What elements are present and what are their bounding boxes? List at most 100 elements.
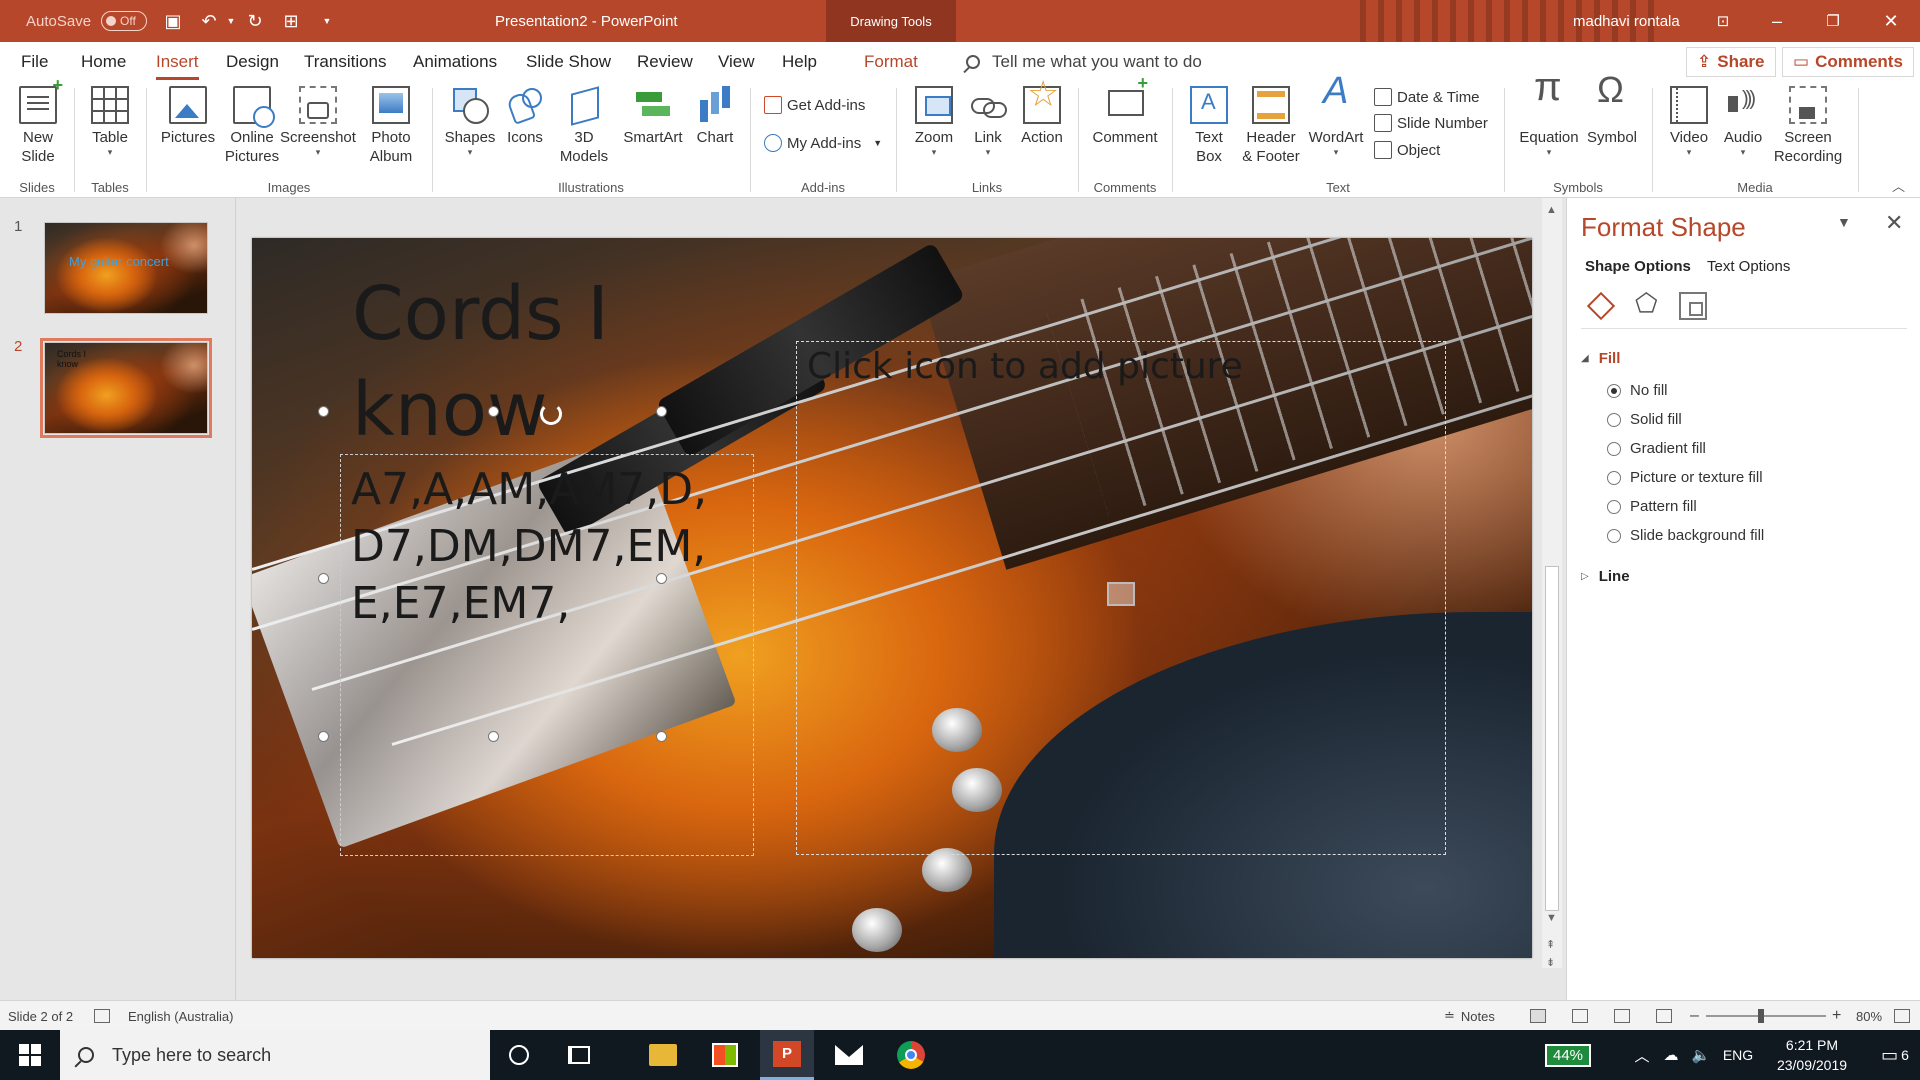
presenter-icon[interactable]: ⊞	[280, 0, 302, 42]
object-button[interactable]: Object	[1374, 141, 1440, 159]
resize-handle[interactable]	[318, 573, 329, 584]
spell-check-icon[interactable]	[94, 1001, 110, 1031]
tab-transitions[interactable]: Transitions	[304, 42, 387, 82]
comment-button[interactable]: Comment	[1088, 74, 1162, 147]
3d-models-button[interactable]: 3D Models	[556, 86, 612, 166]
undo-icon[interactable]: ↶	[198, 0, 220, 42]
resize-handle[interactable]	[656, 573, 667, 584]
smartart-button[interactable]: SmartArt	[620, 86, 686, 147]
text-box-button[interactable]: Text Box	[1186, 86, 1232, 166]
screen-recording-button[interactable]: Screen Recording	[1770, 86, 1846, 166]
powerpoint-taskbar-button[interactable]: P	[760, 1030, 814, 1080]
screenshot-button[interactable]: Screenshot ▾	[280, 86, 356, 157]
user-name[interactable]: madhavi rontala	[1573, 0, 1680, 42]
redo-icon[interactable]: ↻	[244, 0, 266, 42]
picture-placeholder[interactable]: Click icon to add picture	[796, 341, 1446, 855]
collapse-ribbon-icon[interactable]: ︿	[1892, 176, 1905, 195]
my-addins-button[interactable]: My Add-ins ▼	[764, 134, 882, 152]
onedrive-cloud-icon[interactable]: ☁	[1658, 1030, 1684, 1080]
symbol-button[interactable]: Symbol	[1584, 80, 1640, 147]
tab-format[interactable]: Format	[864, 42, 918, 82]
close-pane-icon[interactable]: ✕	[1885, 210, 1903, 236]
slide-thumbnail-1[interactable]: My guitar concert	[44, 222, 208, 314]
slide-thumbnail-2[interactable]: Cords I know	[40, 338, 212, 438]
task-view-button[interactable]	[552, 1030, 606, 1080]
scroll-up-icon[interactable]: ▲	[1546, 204, 1557, 216]
tab-slide-show[interactable]: Slide Show	[526, 42, 611, 82]
chrome-button[interactable]	[884, 1030, 938, 1080]
slide-sorter-icon[interactable]	[1572, 1001, 1588, 1031]
size-properties-icon[interactable]	[1679, 292, 1707, 320]
table-button[interactable]: Table ▾	[84, 86, 136, 157]
reading-view-icon[interactable]	[1614, 1001, 1630, 1031]
zoom-button[interactable]: Zoom ▾	[908, 86, 960, 157]
effects-pentagon-icon[interactable]	[1633, 288, 1661, 320]
zoom-in-icon[interactable]: +	[1832, 1001, 1841, 1031]
autosave-switch[interactable]: Off	[101, 11, 148, 31]
taskbar-search-input[interactable]: Type here to search	[60, 1030, 490, 1080]
tell-me-search[interactable]: Tell me what you want to do	[966, 42, 1202, 82]
undo-dropdown-icon[interactable]: ▼	[220, 0, 242, 42]
tab-insert[interactable]: Insert	[156, 42, 199, 82]
video-button[interactable]: Video ▾	[1664, 86, 1714, 157]
tab-review[interactable]: Review	[637, 42, 693, 82]
tab-design[interactable]: Design	[226, 42, 279, 82]
fill-option-pattern[interactable]: Pattern fill	[1607, 498, 1697, 515]
scroll-down-icon[interactable]: ▼	[1546, 912, 1557, 924]
icons-button[interactable]: Icons	[502, 86, 548, 147]
store-button[interactable]	[698, 1030, 752, 1080]
customize-qat-icon[interactable]: ▼	[316, 0, 338, 42]
date-time-button[interactable]: Date & Time	[1374, 88, 1480, 106]
tab-view[interactable]: View	[718, 42, 755, 82]
file-explorer-button[interactable]	[636, 1030, 690, 1080]
ribbon-display-icon[interactable]: ⊡	[1712, 0, 1734, 42]
zoom-level[interactable]: 80%	[1856, 1001, 1882, 1031]
restore-icon[interactable]: ❐	[1822, 0, 1844, 42]
notes-button[interactable]: ≐ Notes	[1444, 1001, 1495, 1031]
rotate-handle-icon[interactable]	[540, 403, 562, 425]
normal-view-icon[interactable]	[1530, 1001, 1546, 1031]
header-footer-button[interactable]: Header & Footer	[1238, 86, 1304, 166]
tab-shape-options[interactable]: Shape Options	[1585, 258, 1691, 275]
vertical-scrollbar[interactable]: ▲ ▼ ⇞ ⇟	[1542, 198, 1562, 969]
fill-option-gradient[interactable]: Gradient fill	[1607, 440, 1706, 457]
battery-indicator[interactable]: 44%	[1536, 1030, 1600, 1080]
action-center-button[interactable]: ▭ 6	[1870, 1030, 1920, 1080]
tab-text-options[interactable]: Text Options	[1707, 258, 1790, 275]
cortana-button[interactable]	[492, 1030, 546, 1080]
tab-home[interactable]: Home	[81, 42, 126, 82]
resize-handle[interactable]	[318, 731, 329, 742]
minimize-icon[interactable]: –	[1766, 0, 1788, 42]
zoom-out-icon[interactable]: –	[1690, 1001, 1699, 1031]
fill-option-picture-texture[interactable]: Picture or texture fill	[1607, 469, 1763, 486]
photo-album-button[interactable]: Photo Album	[356, 86, 426, 166]
wordart-button[interactable]: WordArt ▾	[1306, 82, 1366, 157]
close-icon[interactable]: ✕	[1880, 0, 1902, 42]
save-icon[interactable]: ▣	[162, 0, 184, 42]
scroll-thumb[interactable]	[1545, 566, 1559, 911]
clock[interactable]: 6:21 PM 23/09/2019	[1762, 1030, 1862, 1080]
show-hidden-icons-icon[interactable]: ︿	[1630, 1030, 1654, 1080]
get-addins-button[interactable]: Get Add-ins	[764, 96, 865, 114]
tab-file[interactable]: File	[21, 42, 48, 82]
share-button[interactable]: ⇪ Share	[1686, 47, 1776, 77]
fit-to-window-icon[interactable]	[1894, 1001, 1910, 1031]
fill-option-no-fill[interactable]: No fill	[1607, 382, 1668, 399]
comments-button[interactable]: ▭ Comments	[1782, 47, 1914, 77]
zoom-slider[interactable]	[1706, 1009, 1826, 1023]
tab-animations[interactable]: Animations	[413, 42, 497, 82]
start-button[interactable]	[0, 1030, 60, 1080]
online-pictures-button[interactable]: Online Pictures	[220, 86, 284, 166]
fill-line-icon[interactable]	[1587, 292, 1615, 320]
resize-handle[interactable]	[488, 731, 499, 742]
next-slide-icon[interactable]: ⇟	[1546, 956, 1555, 969]
current-slide[interactable]: Cords I know A7,A,AM,AM7,D, D7,DM,DM7,EM…	[252, 238, 1532, 958]
new-slide-button[interactable]: New Slide	[12, 76, 64, 166]
chart-button[interactable]: Chart	[690, 86, 740, 147]
fill-option-solid[interactable]: Solid fill	[1607, 411, 1682, 428]
zoom-slider-thumb[interactable]	[1758, 1009, 1764, 1023]
equation-button[interactable]: Equation ▾	[1514, 78, 1584, 157]
pictures-button[interactable]: Pictures	[158, 86, 218, 147]
mail-button[interactable]	[822, 1030, 876, 1080]
resize-handle[interactable]	[488, 406, 499, 417]
